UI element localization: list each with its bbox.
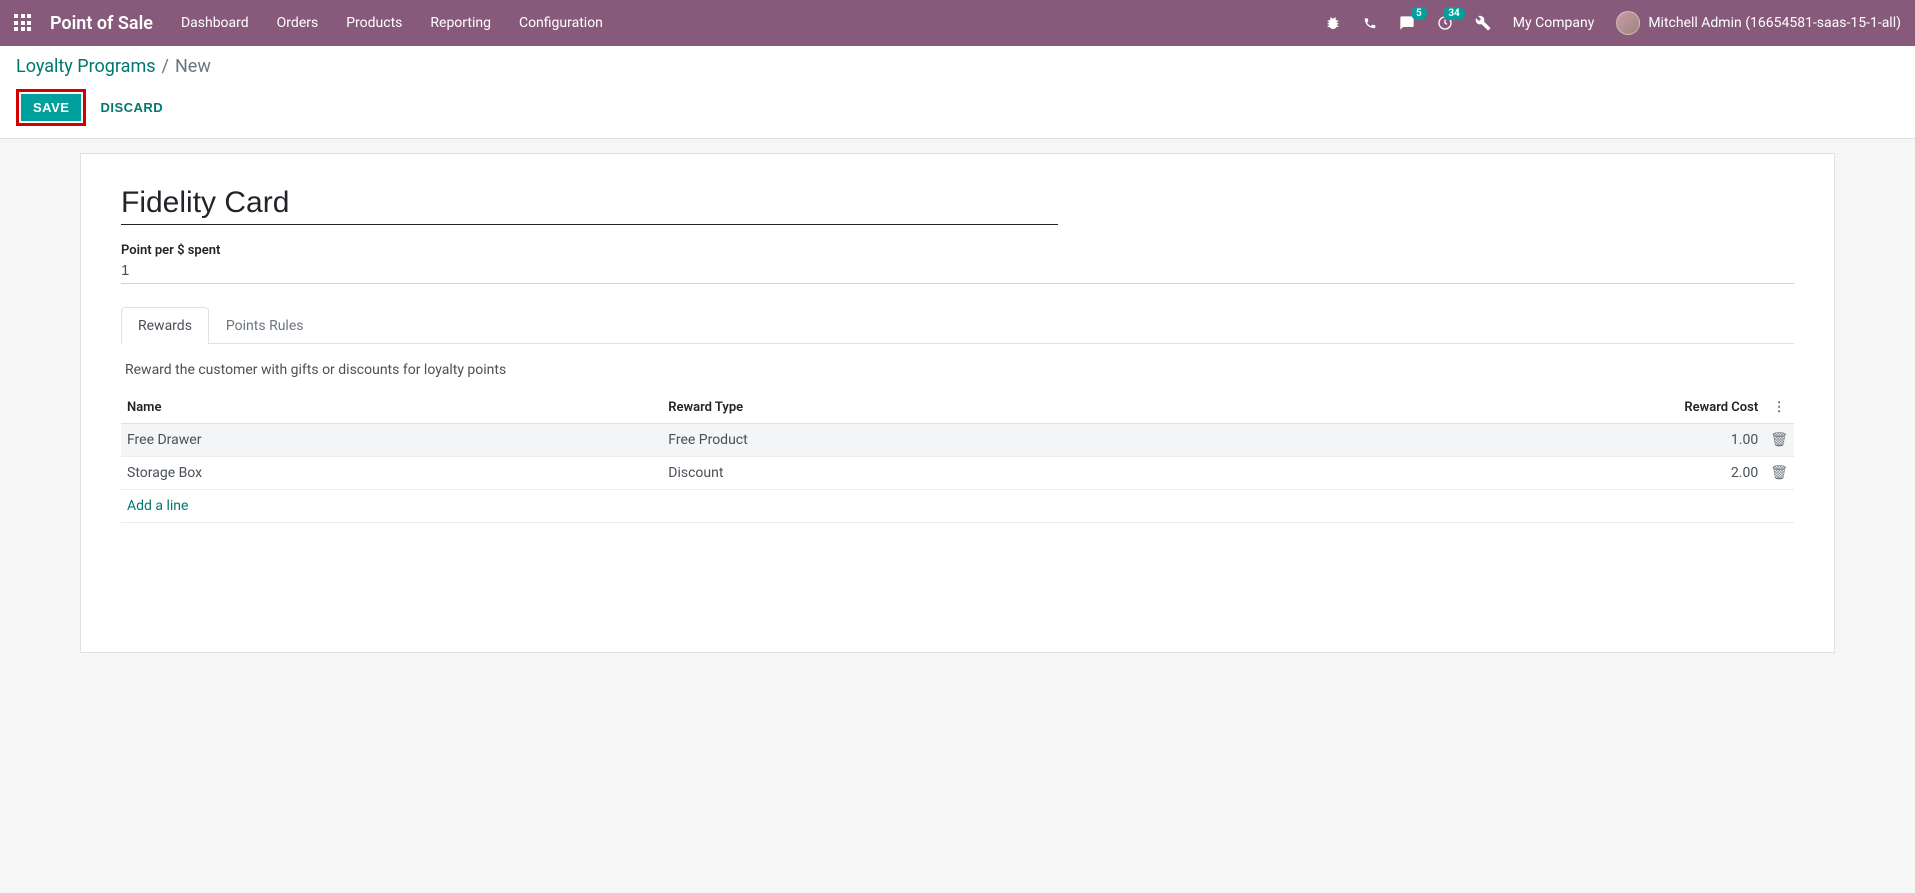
cell-type[interactable]: Discount xyxy=(662,457,1230,490)
add-line-button[interactable]: Add a line xyxy=(127,498,188,514)
nav-reporting[interactable]: Reporting xyxy=(430,15,491,31)
rewards-table: Name Reward Type Reward Cost ⋮ Free Draw… xyxy=(121,392,1794,523)
tab-points-rules[interactable]: Points Rules xyxy=(209,307,321,344)
cell-name[interactable]: Storage Box xyxy=(121,457,662,490)
nav-right: 5 34 My Company Mitchell Admin (16654581… xyxy=(1325,11,1901,35)
control-bar: Loyalty Programs / New SAVE DISCARD xyxy=(0,46,1915,139)
main-navbar: Point of Sale Dashboard Orders Products … xyxy=(0,0,1915,46)
add-line-row: Add a line xyxy=(121,490,1794,523)
points-per-spent-input[interactable] xyxy=(121,258,1794,284)
form-actions: SAVE DISCARD xyxy=(16,89,1899,126)
cell-type[interactable]: Free Product xyxy=(662,424,1230,457)
app-brand[interactable]: Point of Sale xyxy=(50,13,153,34)
save-button[interactable]: SAVE xyxy=(21,94,81,121)
nav-products[interactable]: Products xyxy=(346,15,402,31)
save-highlight-box: SAVE xyxy=(16,89,86,126)
messages-icon[interactable]: 5 xyxy=(1399,15,1415,31)
cell-cost[interactable]: 1.00 xyxy=(1231,424,1765,457)
tools-icon[interactable] xyxy=(1475,15,1491,31)
breadcrumb-separator: / xyxy=(162,56,169,77)
messages-badge: 5 xyxy=(1411,7,1427,20)
tab-rewards[interactable]: Rewards xyxy=(121,307,209,344)
cell-name[interactable]: Free Drawer xyxy=(121,424,662,457)
user-menu[interactable]: Mitchell Admin (16654581-saas-15-1-all) xyxy=(1616,11,1901,35)
apps-icon[interactable] xyxy=(14,14,32,32)
col-type[interactable]: Reward Type xyxy=(662,392,1230,424)
sheet-container: Point per $ spent Rewards Points Rules R… xyxy=(0,139,1915,667)
breadcrumb-current: New xyxy=(175,56,211,77)
points-per-spent-label: Point per $ spent xyxy=(121,243,1794,258)
tabs: Rewards Points Rules xyxy=(121,306,1794,344)
table-row[interactable]: Free Drawer Free Product 1.00 🗑 xyxy=(121,424,1794,457)
col-cost[interactable]: Reward Cost xyxy=(1231,392,1765,424)
col-name[interactable]: Name xyxy=(121,392,662,424)
activities-badge: 34 xyxy=(1443,7,1464,20)
nav-menu: Dashboard Orders Products Reporting Conf… xyxy=(181,15,603,31)
breadcrumb: Loyalty Programs / New xyxy=(16,56,1899,77)
breadcrumb-parent[interactable]: Loyalty Programs xyxy=(16,56,156,77)
rewards-description: Reward the customer with gifts or discou… xyxy=(125,362,1794,378)
discard-button[interactable]: DISCARD xyxy=(100,100,163,115)
user-name: Mitchell Admin (16654581-saas-15-1-all) xyxy=(1648,15,1901,31)
nav-dashboard[interactable]: Dashboard xyxy=(181,15,249,31)
form-sheet: Point per $ spent Rewards Points Rules R… xyxy=(80,153,1835,653)
nav-orders[interactable]: Orders xyxy=(277,15,319,31)
company-selector[interactable]: My Company xyxy=(1513,15,1595,31)
program-name-input[interactable] xyxy=(121,182,1058,225)
phone-icon[interactable] xyxy=(1363,16,1377,30)
trash-icon[interactable]: 🗑 xyxy=(1770,432,1788,448)
cell-cost[interactable]: 2.00 xyxy=(1231,457,1765,490)
avatar-icon xyxy=(1616,11,1640,35)
activities-icon[interactable]: 34 xyxy=(1437,15,1453,31)
table-row[interactable]: Storage Box Discount 2.00 🗑 xyxy=(121,457,1794,490)
bug-icon[interactable] xyxy=(1325,15,1341,31)
trash-icon[interactable]: 🗑 xyxy=(1770,465,1788,481)
column-options-icon[interactable]: ⋮ xyxy=(1773,400,1786,415)
nav-configuration[interactable]: Configuration xyxy=(519,15,603,31)
